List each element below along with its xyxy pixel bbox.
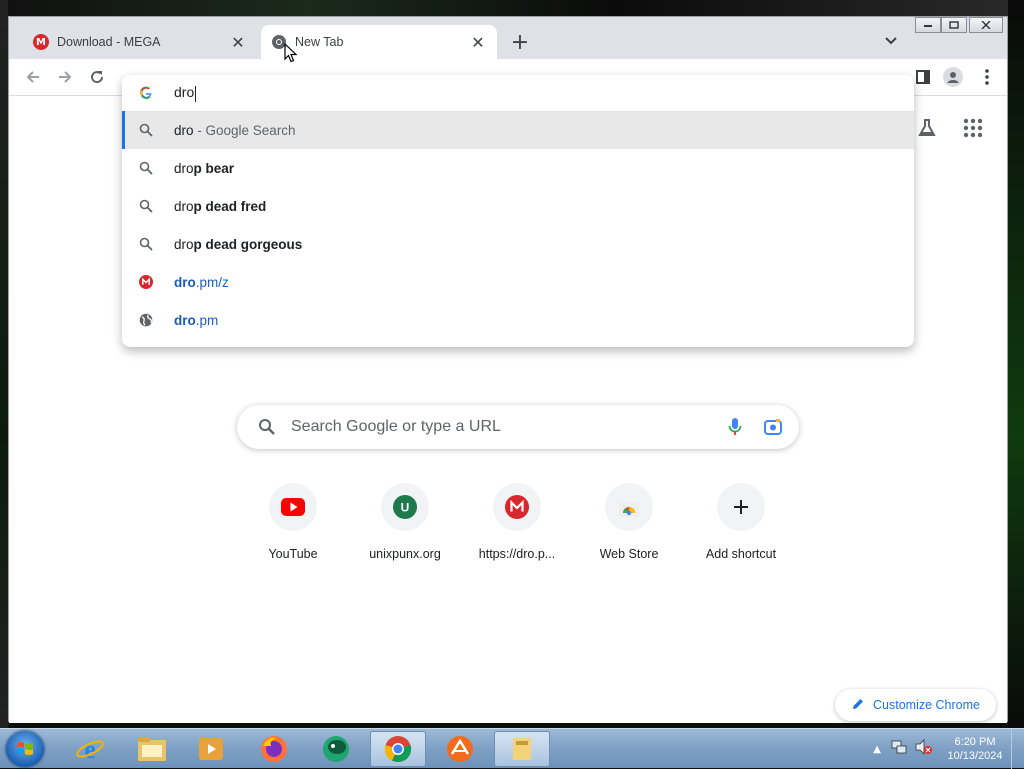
tab-strip: M Download - MEGA ✕ New Tab ✕ + [9, 17, 1007, 59]
search-icon [257, 417, 277, 437]
profile-avatar[interactable] [943, 67, 963, 87]
new-tab-button[interactable]: + [509, 30, 531, 55]
clock-time: 6:20 PM [954, 736, 996, 748]
shortcut-dro-pm[interactable]: https://dro.p... [461, 483, 573, 561]
shortcut-label: https://dro.p... [478, 547, 556, 561]
show-hidden-icons-chevron-icon[interactable]: ▲ [873, 744, 881, 755]
file-explorer-icon[interactable] [124, 731, 180, 767]
suggestion-completion: p dead gorgeous [193, 236, 303, 252]
chrome-icon[interactable] [370, 731, 426, 767]
app-icon[interactable] [432, 731, 488, 767]
letter-u-icon: U [381, 483, 429, 531]
shortcut-web-store[interactable]: Web Store [573, 483, 685, 561]
suggestion-completion: p dead fred [193, 198, 267, 214]
globe-icon [138, 312, 154, 328]
suggestion-drop-bear[interactable]: drop bear [122, 149, 914, 187]
side-panel-icon[interactable] [913, 67, 933, 87]
desktop-background [0, 0, 1024, 16]
tab-title: Download - MEGA [57, 35, 161, 49]
ntp-search-box[interactable]: Search Google or type a URL [237, 405, 799, 449]
system-tray: ▲ 6:20 PM 10/13/2024 [873, 729, 1024, 769]
shortcut-label: Add shortcut [705, 547, 777, 561]
svg-text:U: U [401, 501, 410, 515]
suggestion-drop-dead-gorgeous[interactable]: drop dead gorgeous [122, 225, 914, 263]
shortcut-label: YouTube [268, 547, 318, 561]
google-apps-grid-icon[interactable] [963, 118, 983, 142]
suggestion-typed-text: dro [174, 160, 194, 176]
plus-icon [717, 483, 765, 531]
tab-download-mega[interactable]: M Download - MEGA ✕ [23, 25, 257, 59]
shortcuts-grid: YouTube U unixpunx.org https://dro.p... … [237, 483, 797, 561]
back-arrow-icon[interactable] [23, 67, 43, 87]
close-tab-icon[interactable]: ✕ [229, 33, 247, 52]
mega-icon: M [33, 34, 49, 50]
suggestion-typed-text: dro [174, 198, 194, 214]
minimize-button[interactable] [915, 17, 941, 33]
media-player-icon[interactable] [184, 731, 240, 767]
suggestion-drop-dead-fred[interactable]: drop dead fred [122, 187, 914, 225]
address-bar[interactable]: dro [122, 75, 914, 111]
webstore-icon [605, 483, 653, 531]
microphone-icon[interactable] [725, 417, 745, 437]
suggestion-typed-text: dro [174, 122, 194, 138]
firefox-icon[interactable] [246, 731, 302, 767]
pencil-icon [851, 697, 865, 714]
windows-flag-icon [17, 742, 33, 755]
menu-dots-icon[interactable] [977, 67, 997, 87]
suggestion-typed-text: dro [174, 274, 196, 290]
shortcut-label: unixpunx.org [369, 547, 441, 561]
shortcut-youtube[interactable]: YouTube [237, 483, 349, 561]
search-icon [138, 160, 154, 176]
tab-title: New Tab [295, 35, 344, 49]
shortcut-label: Web Store [599, 547, 659, 561]
mega-icon [138, 274, 154, 290]
svg-text:e: e [84, 735, 96, 764]
browser-icon[interactable] [308, 731, 364, 767]
start-button[interactable] [6, 731, 44, 767]
suggestion-completion: p bear [193, 160, 235, 176]
suggestion-typed-text: dro [174, 312, 196, 328]
labs-flask-icon[interactable] [917, 118, 937, 142]
youtube-icon [269, 483, 317, 531]
desktop-background-right [1008, 0, 1024, 728]
mouse-cursor-icon [284, 42, 298, 67]
folder-icon[interactable] [494, 731, 550, 767]
network-icon[interactable] [891, 739, 907, 759]
maximize-button[interactable] [941, 17, 967, 33]
search-placeholder: Search Google or type a URL [291, 418, 501, 435]
reload-icon[interactable] [87, 67, 107, 87]
omnibox-dropdown: dro dro - Google Search drop bear drop d… [122, 75, 914, 347]
forward-arrow-icon[interactable] [55, 67, 75, 87]
search-icon [138, 198, 154, 214]
volume-muted-icon[interactable] [915, 739, 933, 759]
suggestion-url-rest: .pm [195, 312, 219, 328]
system-clock[interactable]: 6:20 PM 10/13/2024 [943, 735, 1007, 763]
search-icon [138, 122, 154, 138]
shortcut-add[interactable]: Add shortcut [685, 483, 797, 561]
suggestion-url-dro-pm-z[interactable]: dro.pm/z [122, 263, 914, 301]
tab-search-chevron-icon[interactable] [881, 31, 901, 51]
chrome-window: M Download - MEGA ✕ New Tab ✕ + Search G… [8, 16, 1008, 723]
suggestion-suffix: - Google Search [193, 122, 296, 138]
windows-taskbar: e ▲ 6:20 PM 10/13/2024 [0, 728, 1024, 769]
close-window-button[interactable] [969, 17, 1003, 33]
internet-explorer-icon[interactable]: e [62, 731, 118, 767]
search-icon [138, 236, 154, 252]
address-bar-value: dro [174, 84, 195, 101]
customize-chrome-button[interactable]: Customize Chrome [835, 689, 996, 721]
customize-label: Customize Chrome [873, 698, 980, 712]
suggestion-typed-text: dro [174, 236, 194, 252]
suggestion-url-rest: .pm/z [195, 274, 229, 290]
mega-icon [493, 483, 541, 531]
show-desktop-button[interactable] [1011, 729, 1024, 769]
desktop-background-left [0, 0, 8, 728]
google-lens-camera-icon[interactable] [763, 417, 783, 437]
close-tab-icon[interactable]: ✕ [469, 33, 487, 52]
suggestion-search-dro[interactable]: dro - Google Search [122, 111, 914, 149]
clock-date: 10/13/2024 [947, 750, 1003, 762]
shortcut-unixpunx[interactable]: U unixpunx.org [349, 483, 461, 561]
suggestion-url-dro-pm[interactable]: dro.pm [122, 301, 914, 339]
google-g-icon [138, 85, 154, 101]
text-caret [195, 85, 197, 102]
